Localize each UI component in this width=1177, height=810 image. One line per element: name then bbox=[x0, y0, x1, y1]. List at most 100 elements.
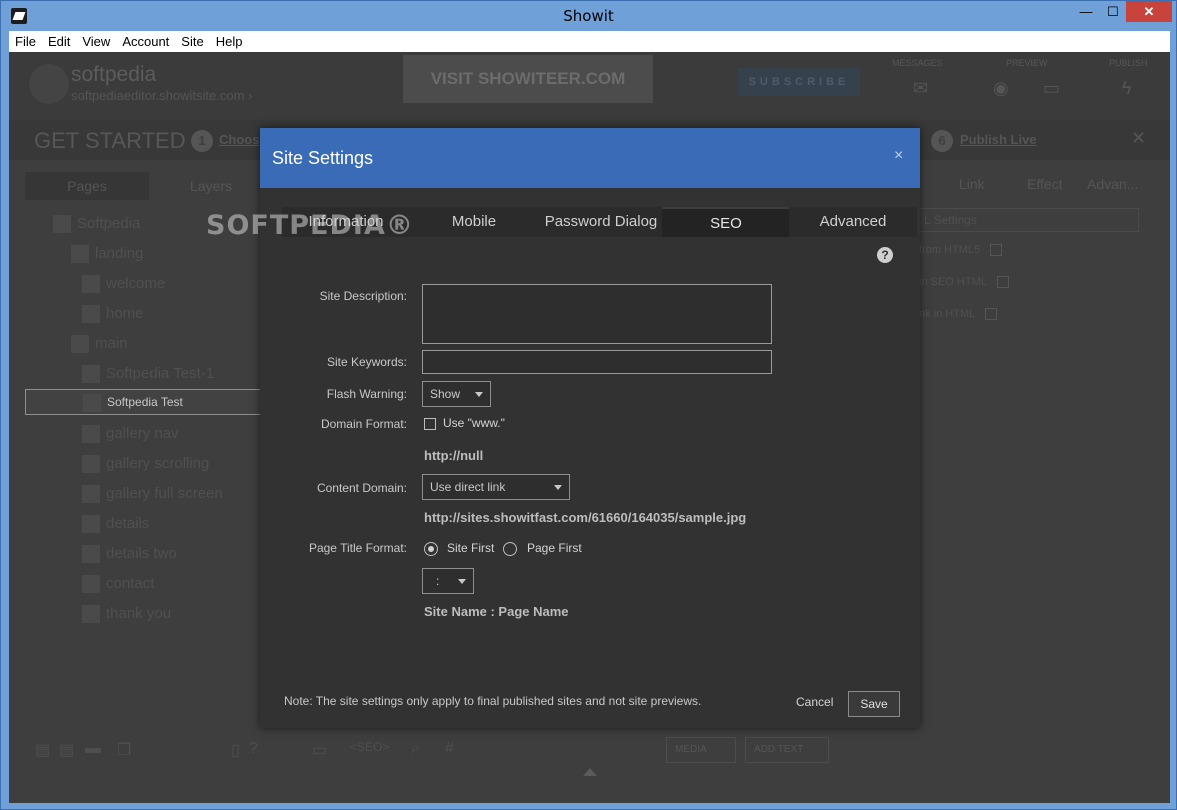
duplicate-icon[interactable]: ❐ bbox=[117, 740, 131, 760]
new-page-alt-icon[interactable]: ▤ bbox=[59, 740, 74, 760]
option-checkbox[interactable] bbox=[996, 276, 1009, 289]
site-first-radio[interactable] bbox=[424, 542, 438, 556]
zoom-icon[interactable]: ⌕ bbox=[411, 740, 420, 758]
menu-view[interactable]: View bbox=[76, 34, 116, 49]
tree-item-details-two[interactable]: details two bbox=[25, 539, 177, 569]
option-row: from HTML5 bbox=[919, 244, 1003, 257]
tree-item-contact[interactable]: contact bbox=[25, 569, 154, 599]
flash-warning-select[interactable]: Show bbox=[422, 381, 491, 407]
expand-panel-arrow-icon[interactable] bbox=[583, 768, 597, 776]
page-first-radio[interactable] bbox=[503, 542, 517, 556]
menu-edit[interactable]: Edit bbox=[42, 34, 76, 49]
dialog-close-icon[interactable]: × bbox=[894, 147, 903, 165]
tree-item-label: Softpedia Test-1 bbox=[106, 365, 215, 382]
tree-item-details[interactable]: details bbox=[25, 509, 149, 539]
tab-effect[interactable]: Effect bbox=[1027, 176, 1063, 192]
tree-item-gallery-nav[interactable]: gallery nav bbox=[25, 419, 179, 449]
tab-mobile[interactable]: Mobile bbox=[410, 207, 538, 237]
dialog-header: Site Settings × bbox=[260, 128, 920, 188]
tree-item-label: gallery full screen bbox=[106, 485, 223, 502]
maximize-button[interactable]: ☐ bbox=[1098, 1, 1128, 22]
tree-item-label: gallery scrolling bbox=[106, 455, 210, 472]
step-6-badge: 6 bbox=[931, 130, 953, 152]
page-icon bbox=[82, 365, 100, 384]
tree-item-label: thank you bbox=[106, 605, 172, 622]
grid-icon[interactable]: # bbox=[445, 740, 454, 758]
menu-site[interactable]: Site bbox=[175, 34, 209, 49]
tree-item-label: details bbox=[106, 515, 150, 532]
menu-account[interactable]: Account bbox=[116, 34, 175, 49]
media-button[interactable]: MEDIA bbox=[666, 737, 736, 763]
content-domain-preview: http://sites.showitfast.com/61660/164035… bbox=[424, 510, 747, 525]
use-www-label[interactable]: Use "www." bbox=[443, 416, 505, 430]
device-preview-icon[interactable]: ▭ bbox=[1043, 78, 1060, 99]
pages-panel: Pages Layers Softpedia landing welcome h… bbox=[25, 172, 265, 732]
tab-link[interactable]: Link bbox=[959, 176, 985, 192]
tree-item-gallery-full-screen[interactable]: gallery full screen bbox=[25, 479, 223, 509]
separator-select[interactable]: : bbox=[422, 568, 474, 594]
window-title: Showit bbox=[563, 7, 614, 25]
tree-item-welcome[interactable]: welcome bbox=[25, 269, 165, 299]
save-button[interactable]: Save bbox=[848, 691, 900, 717]
tree-item-landing[interactable]: landing bbox=[25, 239, 143, 269]
tab-seo[interactable]: SEO bbox=[662, 207, 790, 237]
page-title-format-label: Page Title Format: bbox=[308, 541, 407, 555]
tab-layers[interactable]: Layers bbox=[149, 172, 273, 200]
help-icon[interactable]: ? bbox=[877, 247, 893, 263]
content-domain-select[interactable]: Use direct link bbox=[422, 474, 570, 500]
menu-file[interactable]: File bbox=[9, 34, 42, 49]
settings-field[interactable]: L Settings bbox=[919, 208, 1139, 232]
menu-help[interactable]: Help bbox=[210, 34, 249, 49]
publish-label: PUBLISH bbox=[1109, 58, 1148, 68]
step-1-link[interactable]: Choos bbox=[219, 132, 259, 147]
trash-icon[interactable]: ▯ bbox=[231, 740, 240, 760]
cancel-button[interactable]: Cancel bbox=[796, 695, 833, 709]
site-description-input[interactable] bbox=[422, 284, 772, 344]
use-www-checkbox[interactable] bbox=[424, 418, 436, 430]
folder-icon bbox=[53, 215, 71, 234]
tree-item-main[interactable]: main bbox=[25, 329, 128, 359]
tab-advanced[interactable]: Advan... bbox=[1087, 176, 1138, 192]
tab-pages[interactable]: Pages bbox=[25, 172, 149, 200]
tree-item-softpedia[interactable]: Softpedia bbox=[25, 209, 140, 239]
new-folder-icon[interactable]: ▬ bbox=[85, 740, 101, 758]
site-url-link[interactable]: softpediaeditor.showitsite.com › bbox=[71, 88, 252, 103]
seo-view-toggle[interactable]: <SEO> bbox=[350, 740, 389, 754]
page-first-label[interactable]: Page First bbox=[527, 541, 582, 555]
close-window-button[interactable]: ✕ bbox=[1126, 1, 1172, 22]
messages-icon[interactable]: ✉ bbox=[913, 78, 928, 99]
add-text-button[interactable]: ADD TEXT bbox=[745, 737, 829, 763]
eye-icon[interactable]: ◉ bbox=[993, 78, 1009, 99]
lightning-icon[interactable]: ϟ bbox=[1122, 78, 1132, 99]
desktop-view-icon[interactable]: ▭ bbox=[312, 740, 327, 760]
site-keywords-input[interactable] bbox=[422, 350, 772, 374]
new-page-icon[interactable]: ▤ bbox=[35, 740, 50, 760]
tree-item-softpedia-test[interactable]: Softpedia Test bbox=[25, 389, 265, 415]
tree-item-home[interactable]: home bbox=[25, 299, 144, 329]
tab-password-dialog[interactable]: Password Dialog bbox=[537, 207, 665, 237]
tree-item-gallery-scrolling[interactable]: gallery scrolling bbox=[25, 449, 209, 479]
option-label: nk in HTML bbox=[919, 308, 976, 320]
tree-item-label: Softpedia bbox=[77, 215, 141, 232]
site-first-label[interactable]: Site First bbox=[447, 541, 494, 555]
home-page-icon bbox=[82, 275, 100, 294]
preview-label: PREVIEW bbox=[1006, 58, 1048, 68]
subscribe-button[interactable]: SUBSCRIBE bbox=[738, 68, 860, 96]
get-started-close-icon[interactable]: ✕ bbox=[1131, 128, 1146, 149]
tree-item-softpedia-test-1[interactable]: Softpedia Test-1 bbox=[25, 359, 214, 389]
tree-item-thank-you[interactable]: thank you bbox=[25, 599, 171, 629]
promo-banner[interactable]: VISIT SHOWITEER.COM bbox=[403, 55, 653, 103]
help-icon[interactable]: ? bbox=[249, 740, 258, 758]
option-checkbox[interactable] bbox=[990, 244, 1003, 257]
site-name: softpedia bbox=[71, 63, 157, 86]
step-1-badge: 1 bbox=[191, 130, 213, 152]
settings-note: Note: The site settings only apply to fi… bbox=[284, 694, 702, 708]
tree-item-label: details two bbox=[106, 545, 177, 562]
folder-icon bbox=[71, 245, 89, 264]
minimize-button[interactable]: — bbox=[1071, 1, 1101, 22]
domain-preview: http://null bbox=[424, 448, 484, 463]
tab-advanced-settings[interactable]: Advanced bbox=[789, 207, 917, 237]
folder-icon bbox=[71, 335, 89, 354]
option-checkbox[interactable] bbox=[985, 308, 998, 321]
publish-live-link[interactable]: Publish Live bbox=[960, 132, 1037, 147]
